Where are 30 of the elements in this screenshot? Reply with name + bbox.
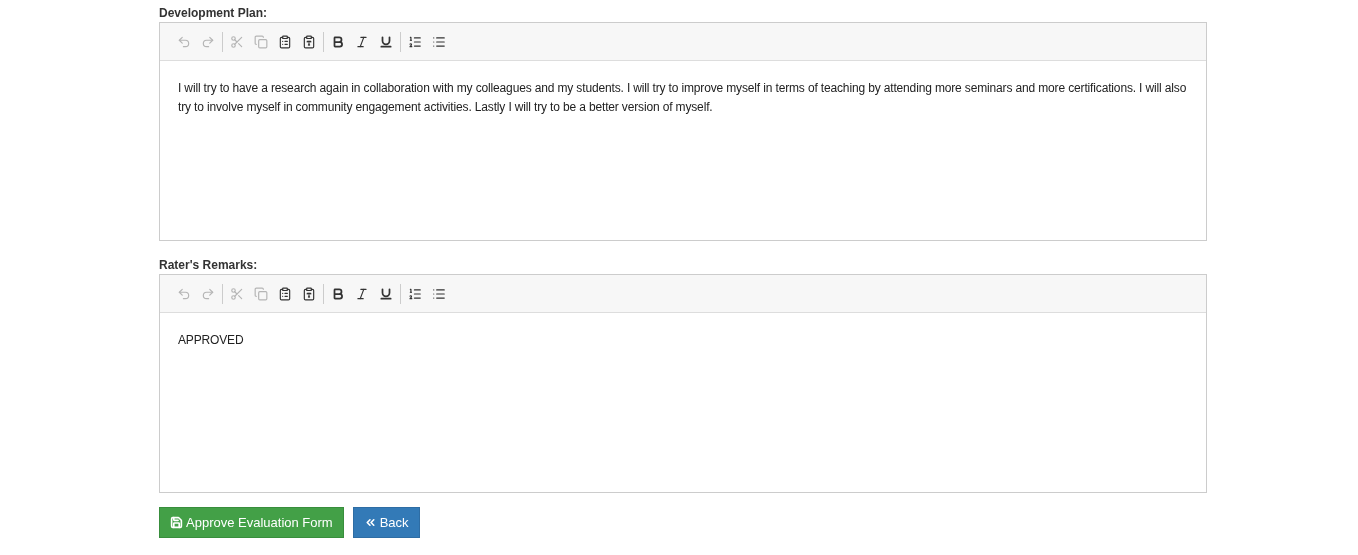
clipboard-icon (278, 286, 292, 301)
approve-button[interactable]: Approve Evaluation Form (159, 507, 344, 538)
scissors-icon (230, 34, 244, 49)
editor-text: APPROVED (177, 332, 245, 349)
underline-icon (379, 286, 393, 301)
redo-icon (201, 34, 215, 49)
redo-icon (201, 286, 215, 301)
italic-icon (355, 286, 369, 301)
field-label: Development Plan: (159, 5, 269, 22)
numbered-list-icon (408, 34, 422, 49)
bold-icon (331, 286, 345, 301)
undo-icon (177, 34, 191, 49)
copy-icon (254, 286, 268, 301)
bullet-list-icon (432, 286, 446, 301)
editor-text: I will try to have a research again in collaboration with my colleagues and my students. I will try to improve myself in terms of teaching by attending more seminars and more certifications. I will also try to involve myself in community engagement activities. Lastly I will try to be a better version of myself. (177, 80, 1188, 116)
bold-icon (331, 34, 345, 49)
clipboard-icon (278, 34, 292, 49)
numbered-list-icon (408, 286, 422, 301)
scissors-icon (230, 286, 244, 301)
undo-icon (177, 286, 191, 301)
italic-icon (355, 34, 369, 49)
clipboard-text-icon (302, 34, 316, 49)
clipboard-text-icon (302, 286, 316, 301)
rich-text-editor[interactable]: APPROVED (159, 274, 1207, 493)
copy-icon (254, 34, 268, 49)
bullet-list-icon (432, 34, 446, 49)
field-label: Rater's Remarks: (159, 257, 259, 274)
underline-icon (379, 34, 393, 49)
back-button[interactable]: Back (352, 507, 420, 538)
double-chevron-icon (363, 516, 377, 529)
